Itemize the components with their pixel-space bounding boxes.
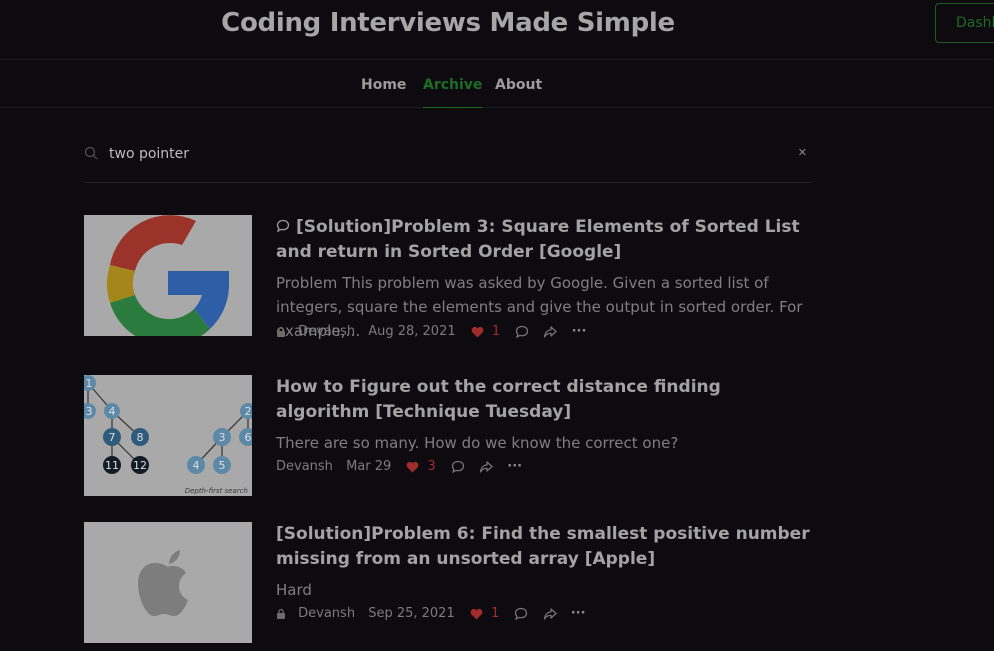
post-meta: Devansh Sep 25, 2021 1 ··· [276,606,586,626]
heart-icon[interactable] [471,326,484,338]
like-count: 3 [427,459,436,474]
post-author[interactable]: Devansh [298,324,355,339]
comment-icon[interactable] [451,460,465,474]
tree-node: 6 [245,431,252,444]
tree-node: 11 [105,459,119,472]
post-title[interactable]: How to Figure out the correct distance f… [276,375,812,425]
share-icon[interactable] [543,325,558,339]
more-options-icon[interactable]: ··· [572,324,587,339]
comment-bubble-icon [276,219,290,233]
dfs-tree-illustration: 1 3 4 7 8 11 12 2 3 6 4 5 Depth-first se… [84,375,252,496]
tree-node: 4 [193,459,200,472]
apple-logo-icon [84,522,252,643]
tree-node: 2 [245,405,252,418]
tree-node: 7 [109,431,116,444]
more-options-icon[interactable]: ··· [571,606,586,621]
post-author[interactable]: Devansh [276,459,333,474]
nav-about[interactable]: About [495,77,542,108]
site-header: Coding Interviews Made Simple Dashboard [0,0,994,60]
tree-node: 3 [86,405,93,418]
lock-icon [277,326,285,337]
share-icon[interactable] [479,460,493,474]
tree-node: 5 [219,459,226,472]
tree-node: 12 [133,459,147,472]
comment-icon[interactable] [514,607,528,621]
nav-home[interactable]: Home [361,77,406,108]
search-icon [84,146,98,160]
tree-node: 1 [86,377,93,390]
nav-archive[interactable]: Archive [423,77,483,108]
post-date: Aug 28, 2021 [368,324,456,339]
like-count: 1 [491,606,500,621]
post-meta: Devansh Aug 28, 2021 1 ··· [276,324,586,344]
post-title[interactable]: [Solution]Problem 6: Find the smallest p… [276,522,812,572]
post-meta: Devansh Mar 29 3 ··· [276,459,522,479]
clear-search-icon[interactable]: ✕ [798,146,807,159]
site-title[interactable]: Coding Interviews Made Simple [0,8,896,38]
like-count: 1 [491,324,501,339]
post-author[interactable]: Devansh [298,606,355,621]
post-subtitle: Hard [276,581,312,599]
tree-node: 3 [219,431,226,444]
search-input[interactable] [109,143,749,165]
post-date: Sep 25, 2021 [368,606,455,621]
comment-icon[interactable] [515,325,529,339]
tree-node: 8 [137,431,144,444]
tree-node: 4 [109,405,116,418]
lock-icon [277,608,285,619]
heart-icon[interactable] [406,461,419,473]
post-thumbnail-dfs[interactable]: 1 3 4 7 8 11 12 2 3 6 4 5 Depth-first se… [84,375,252,496]
post-title[interactable]: [Solution]Problem 3: Square Elements of … [276,215,812,265]
main-nav: Home Archive About [0,60,994,108]
dashboard-button[interactable]: Dashboard [935,3,994,43]
more-options-icon[interactable]: ··· [507,459,522,474]
post-thumbnail-google[interactable] [84,215,252,336]
google-logo-icon [84,215,252,336]
post-date: Mar 29 [346,459,392,474]
post-thumbnail-apple[interactable] [84,522,252,643]
heart-icon[interactable] [470,608,483,620]
share-icon[interactable] [543,607,557,621]
post-subtitle: There are so many. How do we know the co… [276,434,679,452]
search-bar: ✕ [84,137,812,183]
post-title-text[interactable]: [Solution]Problem 3: Square Elements of … [276,217,800,262]
thumbnail-caption: Depth-first search [185,487,248,495]
